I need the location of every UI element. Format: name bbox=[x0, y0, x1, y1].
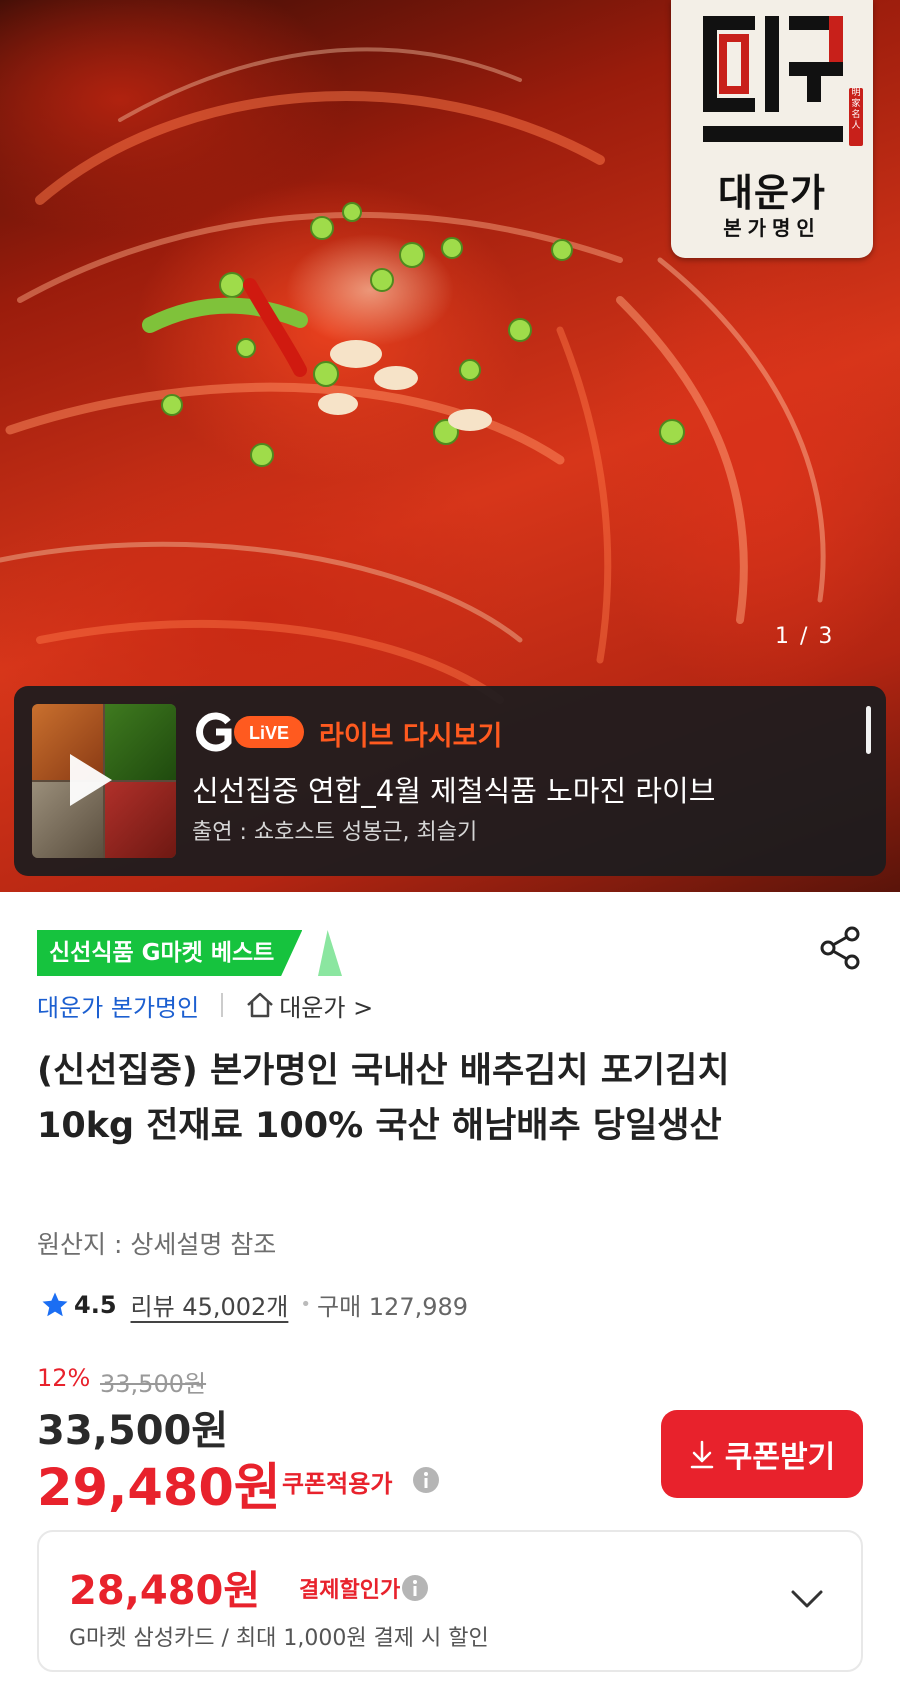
svg-text:LiVE: LiVE bbox=[249, 723, 289, 743]
payment-discount-note: G마켓 삼성카드 / 최대 1,000원 결제 시 할인 bbox=[69, 1626, 489, 1651]
live-title[interactable]: 신선집중 연합_4월 제철식품 노마진 라이브 bbox=[192, 768, 715, 810]
download-icon bbox=[690, 1440, 714, 1469]
g-live-logo-icon: LiVE bbox=[196, 712, 304, 752]
brand-logo: 明家名人 대운가 본가명인 bbox=[671, 0, 873, 258]
separator-dot: • bbox=[300, 1294, 311, 1315]
live-replay-label[interactable]: 라이브 다시보기 bbox=[319, 714, 502, 753]
coupon-info-icon[interactable] bbox=[412, 1466, 440, 1494]
image-pager: 1 / 3 bbox=[775, 624, 835, 649]
payment-discount-price: 28,480원 bbox=[69, 1568, 261, 1614]
payment-info-icon[interactable] bbox=[401, 1574, 429, 1602]
origin-info: 원산지 : 상세설명 참조 bbox=[37, 1230, 277, 1259]
brand-seal: 明家名人 bbox=[849, 88, 863, 146]
get-coupon-label: 쿠폰받기 bbox=[724, 1440, 836, 1475]
brand-logo-mark-icon bbox=[703, 16, 843, 142]
star-icon bbox=[42, 1292, 68, 1316]
brand-subtitle: 본가명인 bbox=[723, 216, 821, 240]
chevron-down-icon[interactable] bbox=[787, 1584, 827, 1612]
live-video-thumbnail[interactable] bbox=[32, 704, 176, 858]
rating-score: 4.5 bbox=[74, 1290, 117, 1319]
store-link[interactable]: 대운가 > bbox=[279, 988, 373, 1023]
coupon-price: 29,480원 bbox=[37, 1459, 281, 1518]
divider bbox=[221, 993, 224, 1017]
play-icon[interactable] bbox=[70, 754, 112, 806]
seller-row: 대운가 본가명인 대운가 > bbox=[37, 988, 373, 1022]
home-icon[interactable] bbox=[245, 991, 275, 1019]
live-scroll-indicator bbox=[866, 706, 871, 754]
live-replay-banner[interactable]: LiVE 라이브 다시보기 신선집중 연합_4월 제철식품 노마진 라이브 출연… bbox=[14, 686, 886, 876]
rating-row: 4.5 리뷰 45,002개 • 구매 127,989 bbox=[40, 1287, 468, 1322]
product-image-carousel[interactable]: 明家名人 대운가 본가명인 1 / 3 LiVE 라이브 다시보기 신선집중 연… bbox=[0, 0, 900, 892]
live-cast: 출연 : 쇼호스트 성봉근, 최슬기 bbox=[192, 820, 478, 845]
reviews-link[interactable]: 리뷰 45,002개 bbox=[131, 1287, 289, 1322]
discount-rate: 12% bbox=[37, 1364, 91, 1392]
coupon-price-label: 쿠폰적용가 bbox=[282, 1470, 393, 1498]
get-coupon-button[interactable]: 쿠폰받기 bbox=[661, 1410, 863, 1498]
best-badge-tail bbox=[318, 930, 342, 976]
seller-name-link[interactable]: 대운가 본가명인 bbox=[37, 988, 199, 1023]
original-price: 33,500원 bbox=[100, 1370, 207, 1398]
payment-discount-card[interactable]: 28,480원 결제할인가 G마켓 삼성카드 / 최대 1,000원 결제 시 … bbox=[37, 1530, 863, 1672]
brand-name: 대운가 bbox=[718, 171, 826, 215]
purchase-count: 구매 127,989 bbox=[317, 1293, 469, 1321]
product-title: (신선집중) 본가명인 국내산 배추김치 포기김치 10kg 전재료 100% … bbox=[37, 1051, 730, 1146]
share-icon[interactable] bbox=[818, 924, 864, 970]
best-badge: 신선식품 G마켓 베스트 bbox=[37, 930, 303, 976]
payment-discount-label: 결제할인가 bbox=[299, 1578, 401, 1603]
